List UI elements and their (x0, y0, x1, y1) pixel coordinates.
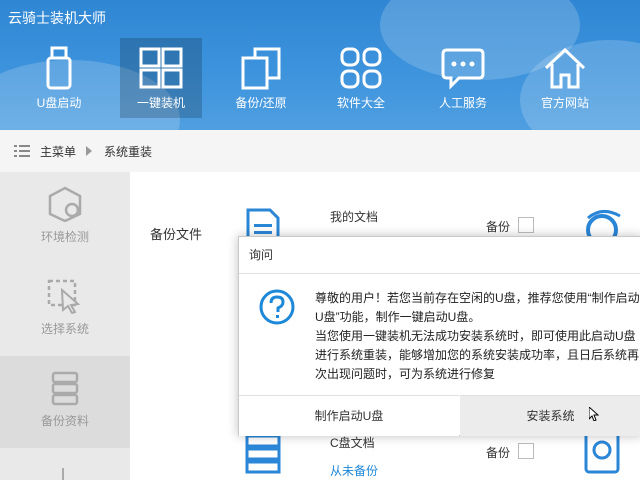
my-documents-label: 我的文档 (330, 210, 379, 224)
nav-one-click-install[interactable]: 一键装机 (120, 38, 202, 118)
chat-icon (441, 48, 485, 90)
nav-label: 人工服务 (438, 96, 487, 110)
nav-label: 官方网站 (540, 96, 589, 110)
nav-software[interactable]: 软件大全 (320, 38, 402, 118)
dialog-message: 尊敬的用户！若您当前存在空闲的U盘，推荐您使用“制作启动 U盘”功能，制作一键启… (315, 289, 640, 384)
dialog-title: 询问 (239, 237, 640, 274)
never-backup-status: 从未备份 (330, 464, 379, 478)
breadcrumb: 主菜单 系统重装 (0, 130, 640, 173)
breadcrumb-root[interactable]: 主菜单 (40, 143, 76, 160)
usb-icon (46, 46, 72, 90)
backup-section-title: 备份文件 (150, 227, 203, 242)
nav-label: U盘启动 (36, 96, 82, 110)
sidebar: 环境检测 选择系统 备份资料 (0, 172, 130, 480)
backup-restore-icon (241, 47, 281, 90)
cursor-select-icon (47, 279, 81, 314)
nav-label: 软件大全 (336, 96, 385, 110)
dialog-line: U盘”功能，制作一键启动U盘。 (315, 310, 481, 324)
install-system-button[interactable]: 安装系统 (460, 395, 640, 436)
next-item-hint (62, 468, 64, 480)
breadcrumb-current: 系统重装 (104, 145, 153, 159)
app-title: 云骑士装机大师 (8, 10, 106, 26)
backup-checkbox[interactable] (518, 217, 534, 233)
header-bar: 云骑士装机大师 U盘启动 一键装机 备份/还原 软件大全 人工服务 官方网站 (0, 0, 640, 130)
sidebar-item-select-system[interactable]: 选择系统 (0, 264, 130, 356)
dialog-line: 尊敬的用户！若您当前存在空闲的U盘，推荐您使用“制作启动 (315, 291, 640, 305)
dialog-line: 当您使用一键装机无法成功安装系统时，即可使用此启动U盘 (315, 329, 636, 343)
backup-label: 备份 (486, 446, 511, 460)
apps-grid-icon (340, 47, 382, 89)
question-icon (259, 289, 295, 325)
sidebar-item-label: 环境检测 (40, 230, 89, 244)
database-icon (51, 371, 79, 406)
nav-manual-service[interactable]: 人工服务 (422, 38, 504, 118)
home-icon (544, 47, 586, 89)
nav-usb-boot[interactable]: U盘启动 (18, 38, 100, 118)
dialog-line: 次出现问题时，可为系统进行修复 (315, 367, 496, 381)
windows-icon (139, 47, 183, 89)
mouse-cursor-icon (589, 407, 599, 421)
sidebar-item-environment-check[interactable]: 环境检测 (0, 172, 130, 264)
environment-check-icon (48, 186, 82, 222)
confirm-dialog: 询问 尊敬的用户！若您当前存在空闲的U盘，推荐您使用“制作启动 U盘”功能，制作… (238, 236, 640, 436)
c-disk-docs-label: C盘文档 (330, 436, 375, 450)
sidebar-item-label: 选择系统 (40, 322, 89, 336)
nav-official-site[interactable]: 官方网站 (524, 38, 606, 118)
make-boot-usb-button[interactable]: 制作启动U盘 (239, 395, 459, 436)
nav-backup-restore[interactable]: 备份/还原 (220, 38, 302, 118)
nav-label: 一键装机 (136, 96, 185, 110)
sidebar-item-backup-data[interactable]: 备份资料 (0, 356, 130, 448)
backup-checkbox[interactable] (518, 443, 534, 459)
nav-label: 备份/还原 (235, 96, 287, 110)
hard-disk-icon (584, 430, 620, 474)
dialog-line: 进行系统重装，能够增加您的系统安装成功率，且日后系统再 (315, 348, 640, 362)
backup-label: 备份 (486, 220, 511, 234)
server-icon (245, 434, 281, 474)
chevron-right-icon (86, 146, 92, 156)
menu-icon (14, 145, 30, 157)
sidebar-item-label: 备份资料 (40, 414, 89, 428)
